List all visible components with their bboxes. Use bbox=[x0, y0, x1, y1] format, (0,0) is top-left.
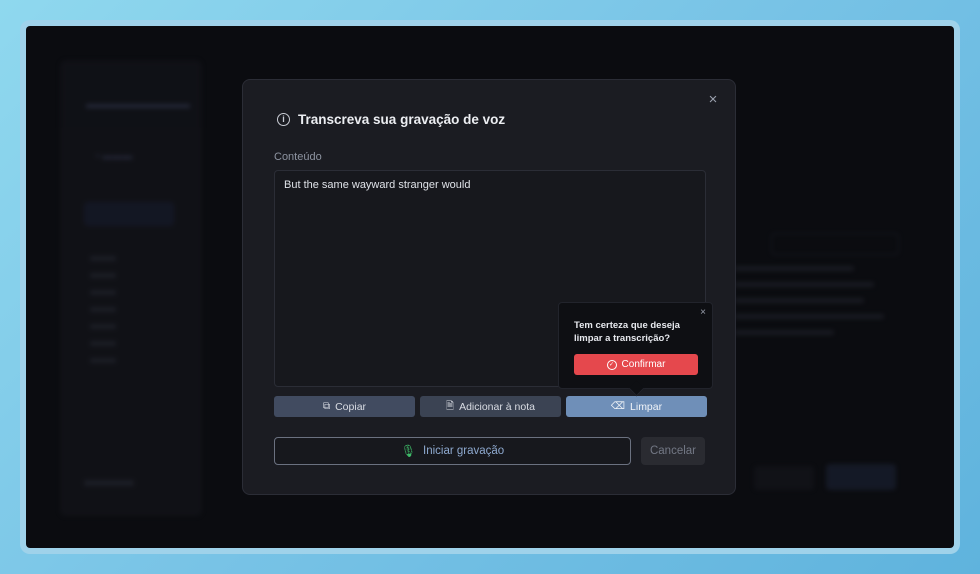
background-list-item bbox=[90, 358, 116, 363]
note-add-icon: 🗎 bbox=[446, 400, 455, 412]
copy-icon: ⧉ bbox=[322, 400, 331, 412]
add-to-note-button-label: Adicionar à nota bbox=[459, 400, 535, 413]
check-circle-icon: ✓ bbox=[606, 359, 617, 370]
background-nav-item: ▪ ▬▬▬ bbox=[96, 151, 133, 162]
content-label: Conteúdo bbox=[274, 151, 322, 163]
background-button bbox=[826, 464, 896, 490]
background-sidebar: ▬▬▬▬▬▬▬▬ ▪ ▬▬▬ bbox=[60, 60, 202, 516]
modal-header: i Transcreva sua gravação de voz bbox=[277, 112, 505, 127]
confirm-button[interactable]: ✓ Confirmar bbox=[574, 354, 698, 375]
action-buttons: ⧉ Copiar 🗎 Adicionar à nota ⌫ Limpar bbox=[274, 396, 707, 417]
background-list-item bbox=[90, 273, 116, 278]
close-icon[interactable]: × bbox=[705, 92, 721, 108]
microphone-icon: 🎙 bbox=[400, 444, 417, 458]
clear-confirmation-popover: × Tem certeza que deseja limpar a transc… bbox=[558, 302, 713, 389]
close-icon[interactable]: × bbox=[700, 307, 706, 318]
background-logo: ▬▬▬▬▬▬▬▬ bbox=[86, 96, 190, 111]
window-frame: ▬▬▬▬▬▬▬▬ ▪ ▬▬▬ × i Transcreva sua gravaç… bbox=[20, 20, 960, 554]
background-list-item bbox=[90, 324, 116, 329]
background-text-block bbox=[734, 266, 894, 346]
transcription-modal: × i Transcreva sua gravação de voz Conte… bbox=[242, 79, 736, 495]
background-button bbox=[771, 233, 899, 255]
copy-button[interactable]: ⧉ Copiar bbox=[274, 396, 415, 417]
background-list-item bbox=[90, 256, 116, 261]
app-screen: ▬▬▬▬▬▬▬▬ ▪ ▬▬▬ × i Transcreva sua gravaç… bbox=[26, 26, 954, 548]
background-list-item bbox=[90, 290, 116, 295]
start-recording-label: Iniciar gravação bbox=[423, 445, 505, 457]
background-list-item bbox=[90, 307, 116, 312]
confirm-button-label: Confirmar bbox=[621, 359, 666, 370]
background-button bbox=[754, 466, 814, 490]
clear-button[interactable]: ⌫ Limpar bbox=[566, 396, 707, 417]
cancel-button[interactable]: Cancelar bbox=[641, 437, 705, 465]
background-record-button bbox=[84, 202, 174, 226]
broom-icon: ⌫ bbox=[610, 400, 626, 412]
start-recording-button[interactable]: 🎙 Iniciar gravação bbox=[274, 437, 631, 465]
background-list-item bbox=[90, 341, 116, 346]
copy-button-label: Copiar bbox=[335, 400, 367, 413]
background-footer-item bbox=[84, 480, 134, 486]
confirmation-question: Tem certeza que deseja limpar a transcri… bbox=[574, 320, 680, 344]
info-icon: i bbox=[277, 113, 290, 126]
clear-button-label: Limpar bbox=[630, 400, 663, 413]
modal-title: Transcreva sua gravação de voz bbox=[298, 112, 506, 127]
add-to-note-button[interactable]: 🗎 Adicionar à nota bbox=[420, 396, 561, 417]
